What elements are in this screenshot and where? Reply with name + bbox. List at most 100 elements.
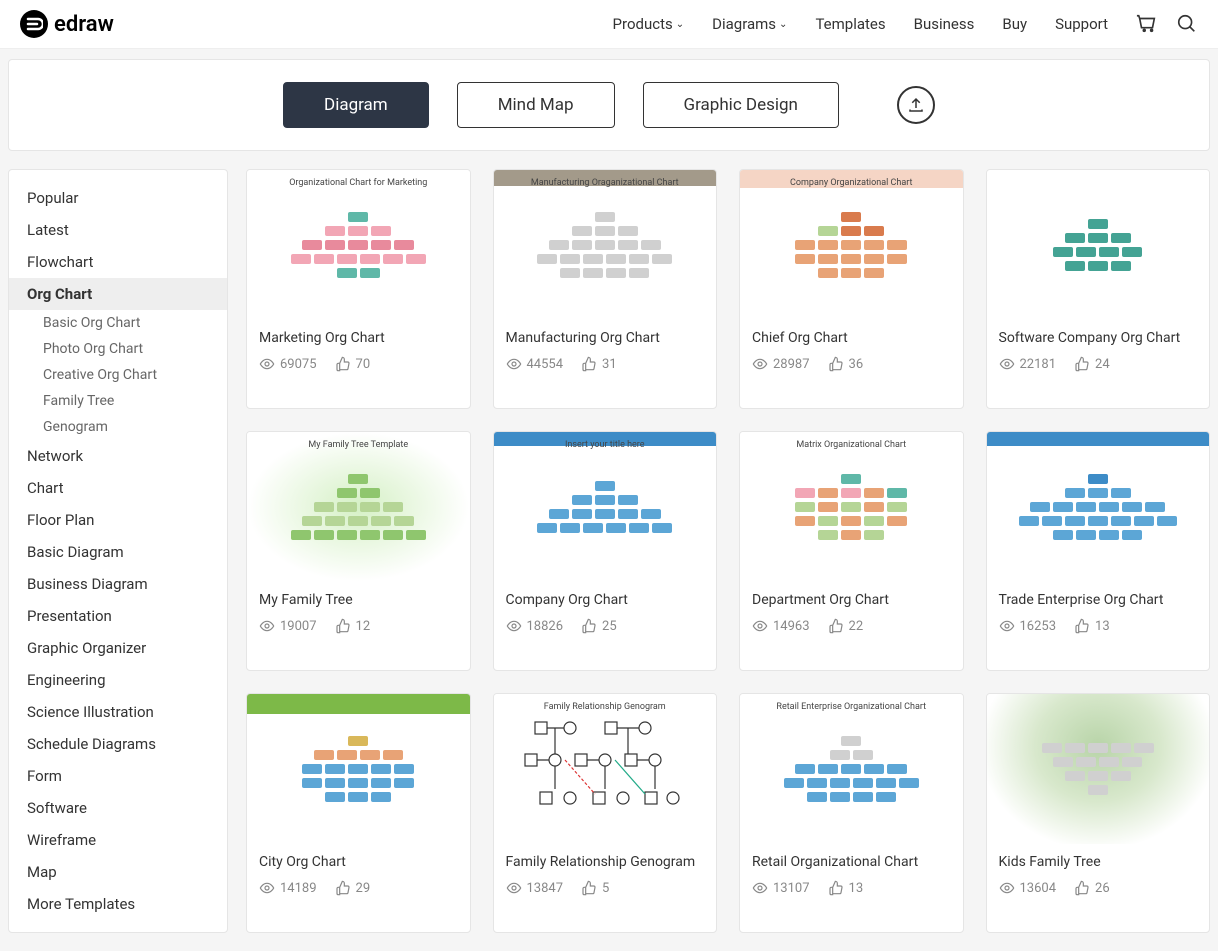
nav-item-business[interactable]: Business	[914, 15, 975, 33]
thumb-title: My Family Tree Template	[247, 440, 470, 450]
sidebar-item-network[interactable]: Network	[9, 440, 227, 472]
sidebar-item-map[interactable]: Map	[9, 856, 227, 888]
template-card[interactable]: Kids Family Tree1360426	[986, 693, 1211, 933]
sidebar-item-genogram[interactable]: Genogram	[9, 414, 227, 440]
views-count: 44554	[527, 357, 564, 372]
template-card[interactable]: Insert your title hereCompany Org Chart1…	[493, 431, 718, 671]
sidebar-item-basic-org-chart[interactable]: Basic Org Chart	[9, 310, 227, 336]
template-thumbnail: My Family Tree Template	[247, 432, 470, 582]
likes-stat: 31	[581, 356, 617, 372]
thumbs-up-icon	[335, 618, 351, 634]
tab-graphic-design[interactable]: Graphic Design	[643, 82, 839, 128]
views-stat: 19007	[259, 618, 317, 634]
logo-icon	[20, 10, 48, 38]
template-card[interactable]: Company Organizational ChartChief Org Ch…	[739, 169, 964, 409]
upload-button[interactable]	[897, 86, 935, 124]
template-card[interactable]: Organizational Chart for MarketingMarket…	[246, 169, 471, 409]
sidebar-item-flowchart[interactable]: Flowchart	[9, 246, 227, 278]
template-card[interactable]: City Org Chart1418929	[246, 693, 471, 933]
views-count: 28987	[773, 357, 810, 372]
likes-count: 70	[356, 357, 371, 372]
sidebar-item-presentation[interactable]: Presentation	[9, 600, 227, 632]
views-stat: 13847	[506, 880, 564, 896]
card-body: Manufacturing Org Chart 44554 31	[494, 320, 717, 384]
thumbs-up-icon	[581, 356, 597, 372]
likes-count: 22	[849, 619, 864, 634]
sidebar-item-form[interactable]: Form	[9, 760, 227, 792]
likes-count: 24	[1095, 357, 1110, 372]
eye-icon	[506, 618, 522, 634]
eye-icon	[999, 618, 1015, 634]
sidebar-item-software[interactable]: Software	[9, 792, 227, 824]
nav-right-group: Products⌄ Diagrams⌄ Templates Business Buy Su…	[613, 13, 1198, 35]
sidebar-item-graphic-organizer[interactable]: Graphic Organizer	[9, 632, 227, 664]
sidebar-item-business-diagram[interactable]: Business Diagram	[9, 568, 227, 600]
sidebar-item-basic-diagram[interactable]: Basic Diagram	[9, 536, 227, 568]
views-count: 22181	[1020, 357, 1057, 372]
template-card[interactable]: Retail Enterprise Organizational ChartRe…	[739, 693, 964, 933]
card-body: Family Relationship Genogram 138475	[494, 844, 717, 908]
thumbs-up-icon	[828, 356, 844, 372]
template-thumbnail: Retail Enterprise Organizational Chart	[740, 694, 963, 844]
card-stats: 1418929	[259, 880, 458, 896]
sidebar-item-more-templates[interactable]: More Templates	[9, 888, 227, 920]
nav-item-buy[interactable]: Buy	[1002, 15, 1027, 33]
card-stats: 1625313	[999, 618, 1198, 634]
thumb-title: Matrix Organizational Chart	[740, 440, 963, 450]
tab-mind-map[interactable]: Mind Map	[457, 82, 615, 128]
card-body: My Family Tree1900712	[247, 582, 470, 646]
thumbs-up-icon	[1074, 356, 1090, 372]
header: edraw Products⌄ Diagrams⌄ Templates Busines…	[0, 0, 1218, 49]
sidebar-item-creative-org-chart[interactable]: Creative Org Chart	[9, 362, 227, 388]
sidebar-item-schedule-diagrams[interactable]: Schedule Diagrams	[9, 728, 227, 760]
search-icon[interactable]	[1176, 13, 1198, 35]
template-card[interactable]: My Family Tree Template My Family Tree190…	[246, 431, 471, 671]
views-count: 18826	[527, 619, 564, 634]
eye-icon	[752, 618, 768, 634]
template-thumbnail	[987, 694, 1210, 844]
nav-item-support[interactable]: Support	[1055, 15, 1108, 33]
template-thumbnail	[987, 432, 1210, 582]
likes-stat: 26	[1074, 880, 1110, 896]
card-stats: 1882625	[506, 618, 705, 634]
card-stats: 1310713	[752, 880, 951, 896]
likes-stat: 29	[335, 880, 371, 896]
likes-stat: 36	[828, 356, 864, 372]
card-body: Trade Enterprise Org Chart1625313	[987, 582, 1210, 646]
eye-icon	[999, 880, 1015, 896]
thumbs-up-icon	[1074, 880, 1090, 896]
template-card[interactable]: Software Company Org Chart2218124	[986, 169, 1211, 409]
eye-icon	[259, 618, 275, 634]
sidebar-item-chart[interactable]: Chart	[9, 472, 227, 504]
template-card[interactable]: Manufacturing Oraganizational ChartManuf…	[493, 169, 718, 409]
nav-item-templates[interactable]: Templates	[815, 15, 885, 33]
views-stat: 28987	[752, 356, 810, 372]
nav-item-diagrams[interactable]: Diagrams⌄	[712, 15, 787, 33]
sidebar-item-org-chart[interactable]: Org Chart	[9, 278, 227, 310]
card-stats: 138475	[506, 880, 705, 896]
sidebar-item-science-illustration[interactable]: Science Illustration	[9, 696, 227, 728]
eye-icon	[259, 880, 275, 896]
sidebar-item-wireframe[interactable]: Wireframe	[9, 824, 227, 856]
template-title: Family Relationship Genogram	[506, 854, 705, 870]
likes-count: 13	[849, 881, 864, 896]
sidebar-item-engineering[interactable]: Engineering	[9, 664, 227, 696]
thumbs-up-icon	[335, 356, 351, 372]
sidebar-item-photo-org-chart[interactable]: Photo Org Chart	[9, 336, 227, 362]
template-card[interactable]: Trade Enterprise Org Chart1625313	[986, 431, 1211, 671]
sidebar: PopularLatestFlowchartOrg ChartBasic Org…	[8, 169, 228, 933]
views-stat: 16253	[999, 618, 1057, 634]
nav-item-products[interactable]: Products⌄	[613, 15, 685, 33]
template-card[interactable]: Family Relationship GenogramFamily Relat…	[493, 693, 718, 933]
sidebar-item-popular[interactable]: Popular	[9, 182, 227, 214]
sidebar-item-latest[interactable]: Latest	[9, 214, 227, 246]
sidebar-item-family-tree[interactable]: Family Tree	[9, 388, 227, 414]
template-card[interactable]: Matrix Organizational ChartDepartment Or…	[739, 431, 964, 671]
sidebar-item-floor-plan[interactable]: Floor Plan	[9, 504, 227, 536]
tab-diagram[interactable]: Diagram	[283, 82, 429, 128]
cart-icon[interactable]	[1136, 13, 1158, 35]
views-count: 14963	[773, 619, 810, 634]
logo[interactable]: edraw	[20, 10, 114, 38]
views-count: 13604	[1020, 881, 1057, 896]
template-title: Manufacturing Org Chart	[506, 330, 705, 346]
